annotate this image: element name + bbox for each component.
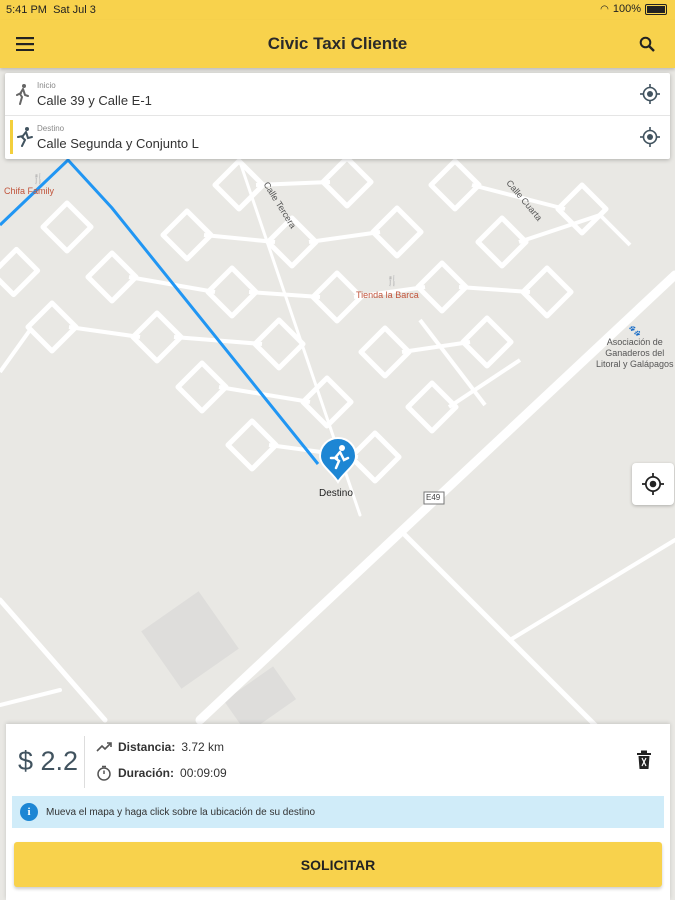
divider xyxy=(84,736,85,788)
destination-label: Destino xyxy=(37,124,65,133)
map-label-asociacion: 🐾 Asociación de Ganaderos del Litoral y … xyxy=(596,326,674,369)
app-bar: Civic Taxi Cliente xyxy=(0,20,675,68)
destination-row[interactable]: Destino Calle Segunda y Conjunto L xyxy=(5,116,670,158)
trip-price: $ 2.2 xyxy=(18,746,79,776)
map-label-chifa: 🍴 Chifa Family xyxy=(4,174,55,196)
status-time-date: 5:41 PM Sat Jul 3 xyxy=(6,4,96,16)
destination-marker-label: Destino xyxy=(319,488,353,499)
trash-icon[interactable] xyxy=(636,750,652,770)
paw-icon: 🐾 xyxy=(628,326,641,337)
battery-icon xyxy=(645,3,667,15)
search-button[interactable] xyxy=(632,29,662,59)
origin-row[interactable]: Inicio Calle 39 y Calle E-1 xyxy=(5,73,670,115)
origin-label: Inicio xyxy=(37,81,56,90)
distance-label: Distancia: xyxy=(118,740,176,754)
locate-origin-icon[interactable] xyxy=(640,84,660,104)
solicitar-button[interactable]: SOLICITAR xyxy=(14,842,662,887)
map-label-tienda: 🍴 Tienda la Barca xyxy=(356,276,419,300)
route-card: Inicio Calle 39 y Calle E-1 Destino Call… xyxy=(5,73,670,159)
running-person-icon xyxy=(17,127,33,147)
fork-knife-icon: 🍴 xyxy=(386,276,399,287)
info-icon: i xyxy=(20,803,38,821)
road-shield-label: E49 xyxy=(426,493,441,502)
gps-target-icon xyxy=(642,473,664,495)
map-pin-icon xyxy=(318,436,358,484)
destination-marker[interactable]: Destino xyxy=(318,436,358,499)
fork-knife-icon: 🍴 xyxy=(32,174,45,185)
destination-input[interactable]: Calle Segunda y Conjunto L xyxy=(37,136,199,151)
search-icon xyxy=(639,36,655,52)
duration-label: Duración: xyxy=(118,766,175,780)
stopwatch-icon xyxy=(97,765,111,781)
walking-person-icon xyxy=(16,84,29,105)
trip-summary-panel: $ 2.2 Distancia: 3.72 km Duración: 00:09… xyxy=(6,724,670,900)
distance-metric: Distancia: 3.72 km xyxy=(96,740,224,754)
info-message: Mueva el mapa y haga click sobre la ubic… xyxy=(46,806,316,818)
status-right: ◠ 100% xyxy=(600,3,667,15)
origin-input[interactable]: Calle 39 y Calle E-1 xyxy=(37,93,152,108)
page-title: Civic Taxi Cliente xyxy=(267,34,408,53)
status-bar: 5:41 PM Sat Jul 3 ◠ 100% xyxy=(0,0,675,20)
locate-destination-icon[interactable] xyxy=(640,127,660,147)
trending-up-icon xyxy=(96,742,112,752)
duration-value: 00:09:09 xyxy=(180,766,227,780)
distance-value: 3.72 km xyxy=(181,740,225,754)
my-location-button[interactable] xyxy=(632,463,674,505)
wifi-icon: ◠ xyxy=(600,3,609,15)
info-banner: i Mueva el mapa y haga click sobre la ub… xyxy=(12,796,664,828)
duration-metric: Duración: 00:09:09 xyxy=(96,765,227,781)
